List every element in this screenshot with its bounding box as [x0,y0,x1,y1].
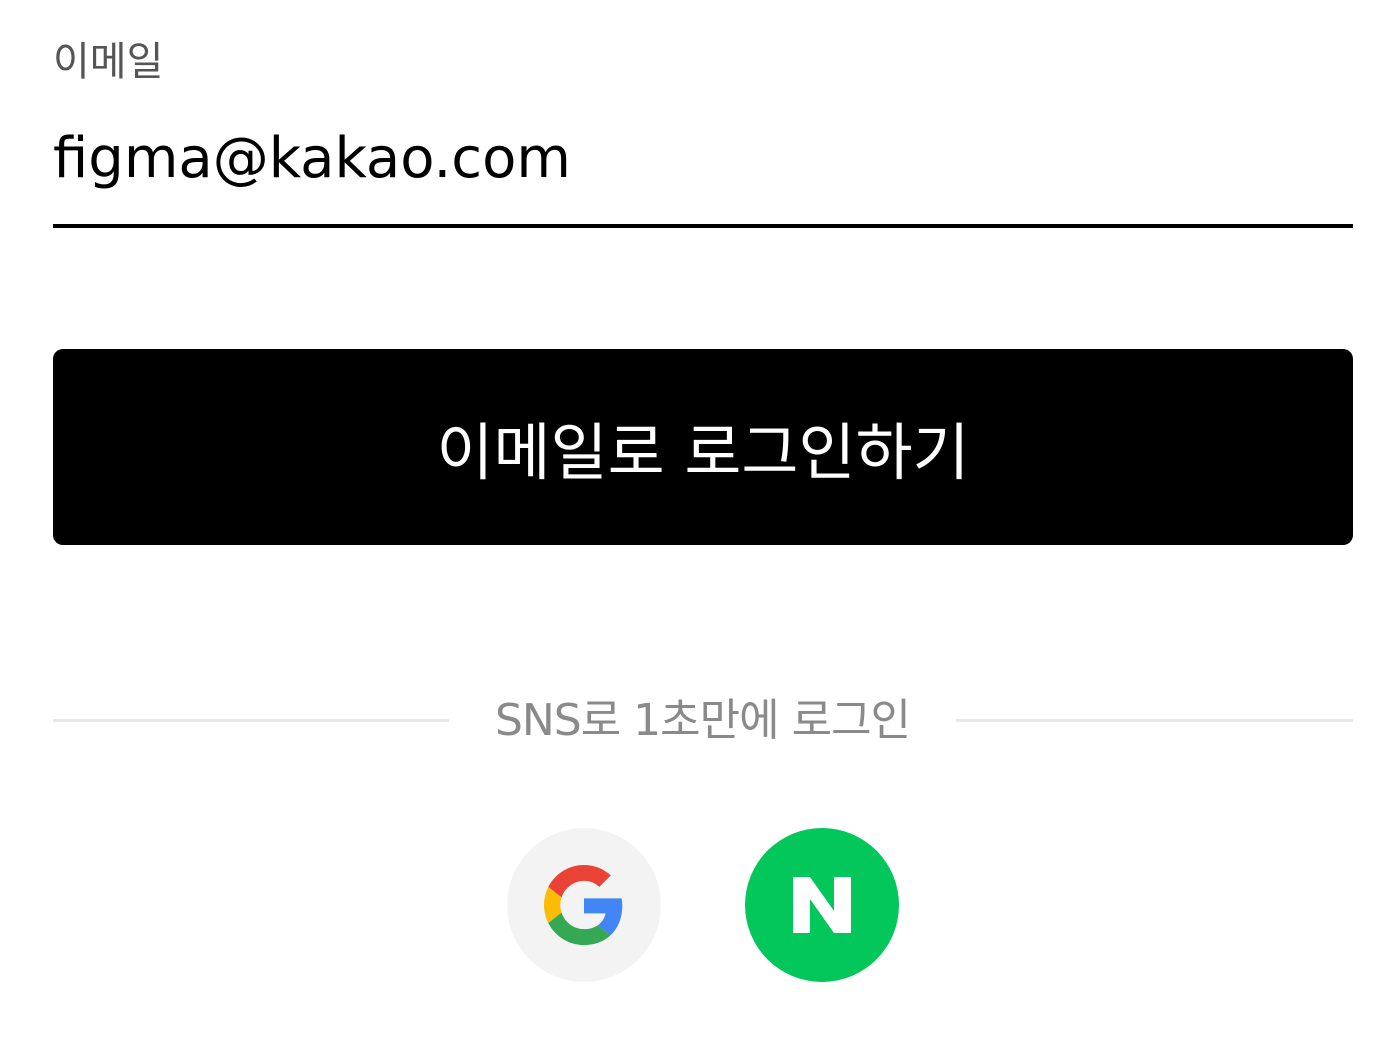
divider-line-left [53,719,449,722]
google-login-button[interactable] [507,828,661,982]
divider-line-right [956,719,1353,722]
email-login-button[interactable]: 이메일로 로그인하기 [53,349,1353,545]
sns-divider-text: SNS로 1초만에 로그인 [494,695,911,746]
email-label: 이메일 [53,39,164,85]
email-input-underline [53,224,1353,228]
naver-login-button[interactable] [745,828,899,982]
email-input[interactable] [53,118,1353,198]
naver-n-icon [793,877,851,933]
google-g-icon [544,865,624,945]
